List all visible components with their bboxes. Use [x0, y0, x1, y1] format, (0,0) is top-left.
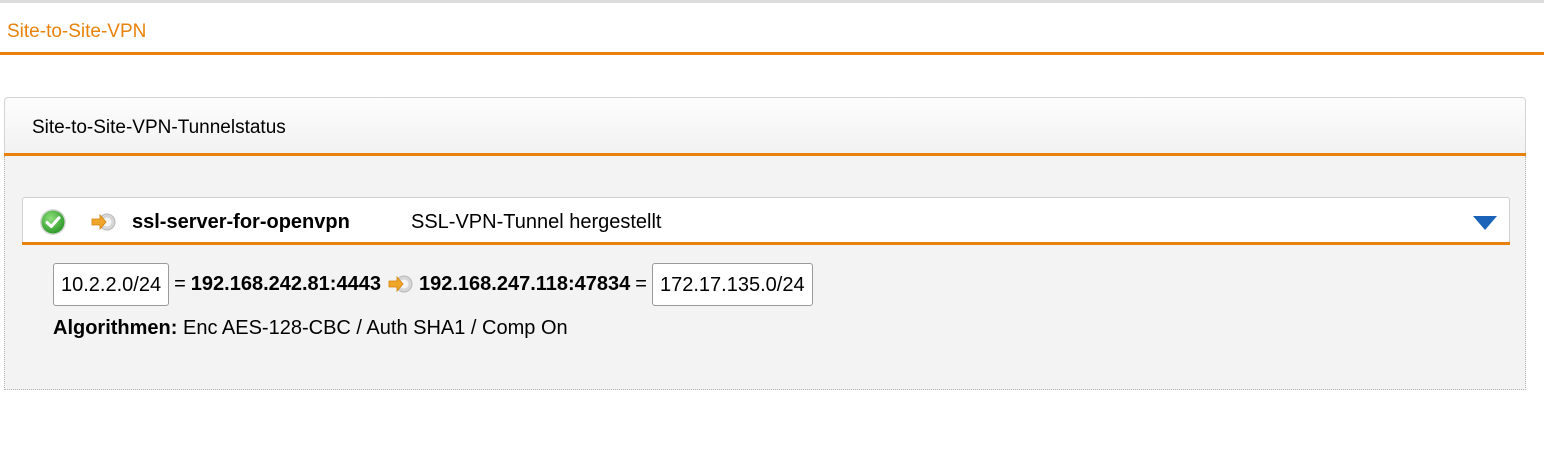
- algorithms-label: Algorithmen:: [53, 317, 178, 339]
- tunnel-status-text: SSL-VPN-Tunnel hergestellt: [411, 211, 662, 233]
- tunnel-status-panel: Site-to-Site-VPN-Tunnelstatus ssl-server…: [4, 97, 1526, 390]
- page-root: Site-to-Site-VPN Site-to-Site-VPN-Tunnel…: [0, 0, 1544, 452]
- remote-endpoint: 192.168.247.118:47834: [418, 273, 631, 295]
- equals-sign: =: [174, 273, 186, 295]
- panel-header: Site-to-Site-VPN-Tunnelstatus: [4, 97, 1526, 156]
- panel-title: Site-to-Site-VPN-Tunnelstatus: [32, 117, 286, 138]
- page-title: Site-to-Site-VPN: [7, 21, 147, 42]
- tunnel-arrow-icon: [91, 213, 116, 231]
- local-endpoint: 192.168.242.81:4443: [190, 273, 381, 295]
- tunnel-name: ssl-server-for-openvpn: [132, 211, 350, 233]
- tunnel-arrow-icon: [388, 275, 413, 293]
- algorithms-line: Algorithmen: Enc AES-128-CBC / Auth SHA1…: [53, 316, 568, 340]
- remote-network-box: 172.17.135.0/24: [651, 262, 813, 306]
- page-header: Site-to-Site-VPN: [0, 3, 1544, 55]
- local-network-box: 10.2.2.0/24: [53, 262, 170, 306]
- tunnel-row[interactable]: ssl-server-for-openvpn SSL-VPN-Tunnel he…: [22, 197, 1510, 245]
- triangle-down-icon[interactable]: [1471, 212, 1499, 234]
- algorithms-value: Enc AES-128-CBC / Auth SHA1 / Comp On: [183, 317, 568, 339]
- equals-sign: =: [635, 273, 647, 295]
- check-circle-icon: [40, 209, 66, 235]
- tunnel-row-divider: [22, 242, 1510, 245]
- panel-body: ssl-server-for-openvpn SSL-VPN-Tunnel he…: [4, 156, 1526, 390]
- tunnel-network-line: 10.2.2.0/24 = 192.168.242.81:4443 192.16…: [53, 262, 813, 306]
